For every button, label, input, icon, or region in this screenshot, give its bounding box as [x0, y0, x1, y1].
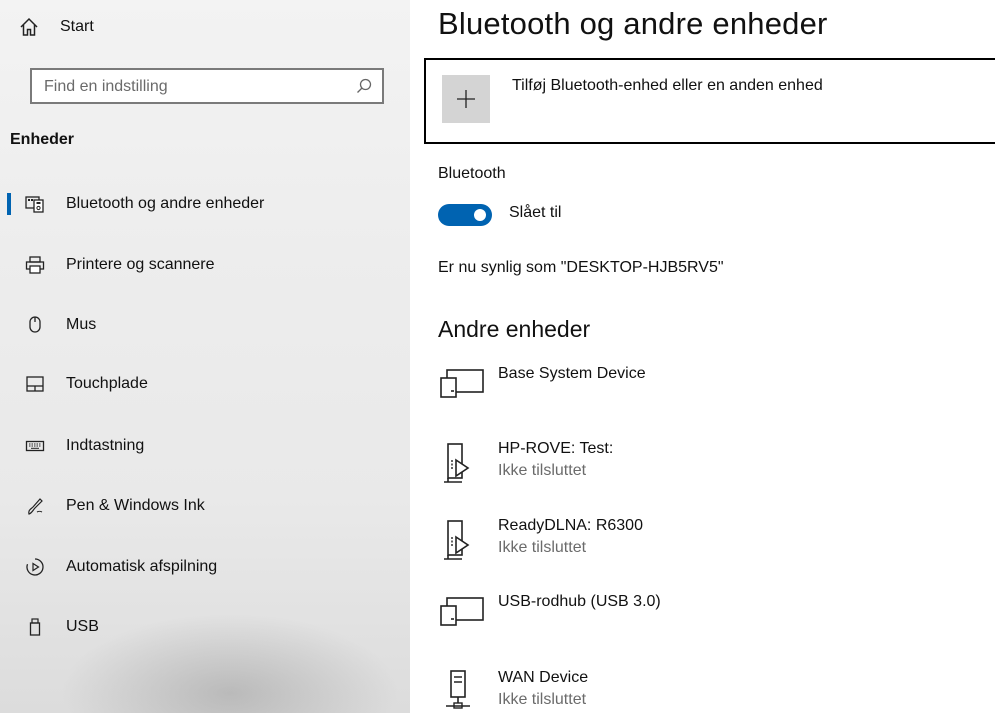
mouse-icon [25, 315, 45, 335]
sidebar-item-typing[interactable]: Indtastning [0, 426, 410, 466]
other-devices-heading: Andre enheder [438, 316, 591, 342]
toggle-knob [474, 209, 486, 221]
sidebar-item-label: Mus [66, 316, 97, 333]
device-item-hp-rove[interactable]: HP-ROVE: Test: Ikke tilsluttet [438, 440, 978, 496]
device-item-wan[interactable]: WAN Device Ikke tilsluttet [438, 669, 978, 725]
active-indicator [7, 193, 11, 215]
media-device-icon [444, 443, 470, 483]
network-device-icon [446, 670, 470, 709]
home-label: Start [60, 18, 94, 35]
device-name: Base System Device [498, 365, 646, 382]
page-title: Bluetooth og andre enheder [438, 6, 828, 41]
sidebar-item-label: Pen & Windows Ink [66, 497, 205, 514]
keyboard-icon [25, 436, 45, 456]
home-icon [20, 17, 38, 36]
sidebar-item-label: Bluetooth og andre enheder [66, 195, 265, 212]
home-link[interactable]: Start [18, 12, 94, 42]
search-input[interactable] [42, 75, 346, 99]
device-name: HP-ROVE: Test: [498, 440, 614, 457]
sidebar-item-label: Printere og scannere [66, 256, 215, 273]
bluetooth-toggle[interactable] [438, 204, 492, 226]
usb-icon [25, 617, 45, 637]
sidebar-item-label: USB [66, 618, 99, 635]
autoplay-icon [25, 557, 45, 577]
sidebar-item-pen[interactable]: Pen & Windows Ink [0, 486, 410, 526]
pen-icon [25, 496, 45, 516]
bluetooth-heading: Bluetooth [438, 165, 506, 182]
sidebar-item-printers[interactable]: Printere og scannere [0, 245, 410, 285]
add-device-label: Tilføj Bluetooth-enhed eller en anden en… [512, 77, 823, 94]
main-content: Bluetooth og andre enheder Tilføj Blueto… [410, 0, 995, 713]
device-name: USB-rodhub (USB 3.0) [498, 593, 661, 610]
plus-icon [442, 75, 490, 123]
device-name: WAN Device [498, 669, 589, 686]
generic-device-icon [440, 597, 484, 626]
generic-device-icon [440, 369, 484, 398]
device-item-readydlna[interactable]: ReadyDLNA: R6300 Ikke tilsluttet [438, 517, 978, 573]
bluetooth-devices-icon [25, 194, 45, 214]
touchpad-icon [25, 374, 45, 394]
device-name: ReadyDLNA: R6300 [498, 517, 643, 534]
sidebar-item-mouse[interactable]: Mus [0, 305, 410, 345]
media-device-icon [444, 520, 470, 560]
sidebar-item-label: Indtastning [66, 437, 145, 454]
device-item-usb-root-hub[interactable]: USB-rodhub (USB 3.0) [438, 593, 978, 649]
discoverable-status: Er nu synlig som "DESKTOP-HJB5RV5" [438, 259, 724, 276]
bluetooth-toggle-label: Slået til [509, 204, 562, 221]
sidebar-item-bluetooth[interactable]: Bluetooth og andre enheder [0, 184, 410, 224]
device-status: Ikke tilsluttet [498, 691, 587, 708]
device-status: Ikke tilsluttet [498, 462, 587, 479]
sidebar: Start Enheder Bluetooth og andre enheder [0, 0, 410, 713]
sidebar-item-autoplay[interactable]: Automatisk afspilning [0, 547, 410, 587]
sidebar-item-label: Touchplade [66, 375, 148, 392]
search-icon[interactable] [356, 78, 372, 94]
sidebar-item-touchpad[interactable]: Touchplade [0, 364, 410, 404]
device-status: Ikke tilsluttet [498, 539, 587, 556]
sidebar-item-label: Automatisk afspilning [66, 558, 218, 575]
printer-icon [25, 255, 45, 275]
add-device-button[interactable]: Tilføj Bluetooth-enhed eller en anden en… [424, 58, 995, 144]
search-box[interactable] [30, 68, 384, 104]
device-item-base-system[interactable]: Base System Device [438, 365, 978, 421]
sidebar-item-usb[interactable]: USB [0, 607, 410, 647]
section-header: Enheder [10, 131, 75, 148]
